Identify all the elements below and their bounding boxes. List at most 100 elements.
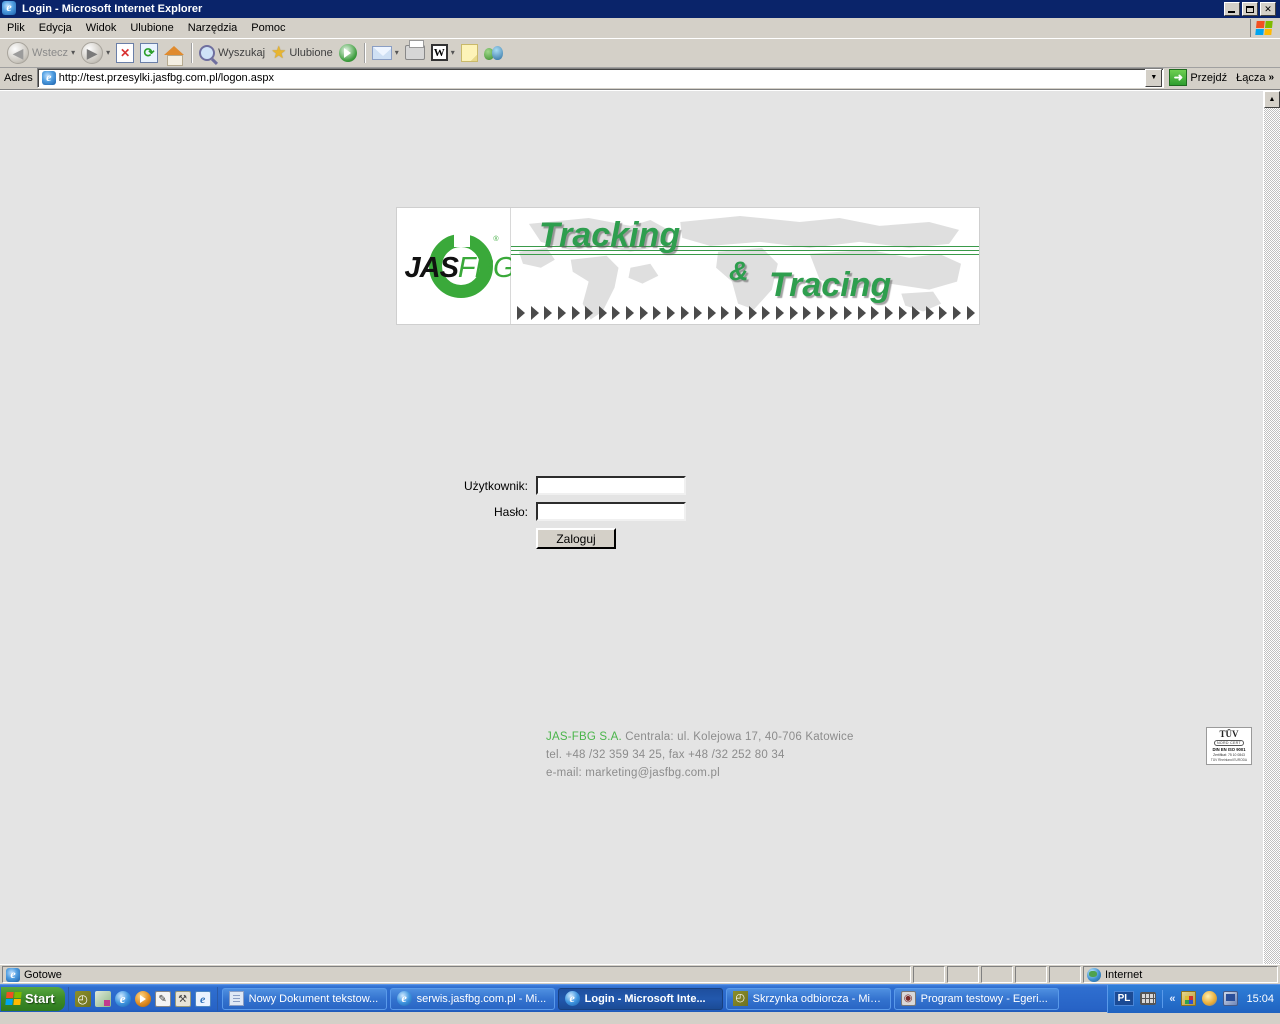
- mail-button[interactable]: ▾: [369, 40, 402, 66]
- keyboard-icon[interactable]: [1140, 992, 1157, 1005]
- notepad-icon[interactable]: [154, 990, 171, 1007]
- address-input-wrapper[interactable]: ▼: [36, 67, 1165, 88]
- banner-title-tracing: Tracing: [769, 266, 892, 304]
- favorites-label: Ulubione: [289, 46, 333, 59]
- task-button-notepad[interactable]: Nowy Dokument tekstow...: [221, 987, 387, 1010]
- media-button[interactable]: [336, 40, 360, 66]
- task-button-outlook[interactable]: Skrzynka odbiorcza - Mic...: [725, 987, 891, 1010]
- password-row: Hasło:: [396, 502, 980, 521]
- tuv-brand: TÜV: [1219, 729, 1239, 739]
- outlook-icon[interactable]: [74, 990, 91, 1007]
- menu-item-ulubione[interactable]: Ulubione: [123, 20, 180, 36]
- browser-icon[interactable]: [194, 990, 211, 1007]
- home-button[interactable]: [161, 40, 187, 66]
- footer-address: Centrala: ul. Kolejowa 17, 40-706 Katowi…: [621, 731, 854, 743]
- restore-button[interactable]: [1242, 2, 1258, 16]
- refresh-button[interactable]: ⟳: [137, 40, 161, 66]
- back-button[interactable]: ◀ Wstecz ▾: [4, 40, 78, 66]
- tuv-sub: NORD CERT: [1214, 740, 1244, 746]
- registered-mark: ®: [493, 236, 499, 243]
- security-zone-label: Internet: [1105, 968, 1143, 981]
- login-form: Użytkownik: Hasło: Zaloguj: [396, 476, 980, 556]
- edit-word-button[interactable]: W ▾: [428, 40, 458, 66]
- footer-phone: tel. +48 /32 359 34 25, fax +48 /32 252 …: [546, 748, 785, 761]
- status-ie-icon: [6, 967, 20, 982]
- back-chevron-down-icon[interactable]: ▾: [71, 48, 75, 57]
- links-button[interactable]: Łącza »: [1232, 71, 1278, 85]
- task-label: Skrzynka odbiorcza - Mic...: [752, 992, 884, 1005]
- task-label: serwis.jasfbg.com.pl - Mi...: [416, 992, 547, 1005]
- toolbar-divider: [191, 42, 193, 63]
- menu-item-pomoc[interactable]: Pomoc: [244, 20, 292, 36]
- menu-bar: Plik Edycja Widok Ulubione Narzędzia Pom…: [0, 18, 1280, 38]
- mail-icon: [371, 45, 392, 60]
- minimize-button[interactable]: [1224, 2, 1240, 16]
- start-label: Start: [25, 991, 55, 1006]
- media-player-icon[interactable]: [134, 990, 151, 1007]
- language-indicator[interactable]: PL: [1113, 991, 1135, 1006]
- windows-logo-icon: [5, 992, 22, 1005]
- search-button[interactable]: Wyszukaj: [196, 40, 268, 66]
- messenger-button[interactable]: [481, 40, 507, 66]
- window-title: Login - Microsoft Internet Explorer: [22, 3, 203, 15]
- browser-toolbar: ◀ Wstecz ▾ ▶ ▾ ⟳ Wyszukaj ★ Ulubione ▾ W…: [0, 38, 1280, 68]
- system-tray: PL « 15:04: [1106, 984, 1280, 1013]
- close-button[interactable]: ✕: [1260, 2, 1276, 16]
- windows-taskbar: Start Nowy Dokument tekstow... serwis.ja…: [0, 984, 1280, 1013]
- forward-arrow-icon: ▶: [81, 41, 104, 64]
- status-panel-4: [1015, 966, 1047, 983]
- task-button-serwis[interactable]: serwis.jasfbg.com.pl - Mi...: [389, 987, 555, 1010]
- task-button-login[interactable]: Login - Microsoft Inte...: [557, 987, 723, 1010]
- notes-button[interactable]: [458, 40, 481, 66]
- jasfbg-logo: ® JASFBG: [397, 208, 516, 324]
- status-message: Gotowe: [24, 968, 62, 981]
- tools-icon[interactable]: [174, 990, 191, 1007]
- network-icon[interactable]: [1202, 991, 1218, 1006]
- back-arrow-icon: ◀: [7, 41, 29, 64]
- task-button-list: Nowy Dokument tekstow... serwis.jasfbg.c…: [218, 987, 1107, 1010]
- links-label: Łącza: [1236, 71, 1266, 84]
- username-row: Użytkownik:: [396, 476, 980, 495]
- excel-icon[interactable]: [94, 990, 111, 1007]
- menu-item-edycja[interactable]: Edycja: [32, 20, 79, 36]
- taskbar-clock[interactable]: 15:04: [1244, 993, 1274, 1005]
- site-banner: ® JASFBG Tracking & Tracing: [396, 207, 980, 325]
- menu-item-narzedzia[interactable]: Narzędzia: [181, 20, 245, 36]
- clipboard-icon[interactable]: [1181, 991, 1197, 1006]
- task-button-program[interactable]: Program testowy - Egeri...: [893, 987, 1059, 1010]
- stop-button[interactable]: [113, 40, 137, 66]
- start-button[interactable]: Start: [1, 986, 65, 1011]
- address-input[interactable]: [58, 69, 1145, 86]
- forward-chevron-down-icon[interactable]: ▾: [106, 48, 110, 57]
- links-chevron-icon: »: [1268, 72, 1274, 83]
- address-dropdown-button[interactable]: ▼: [1145, 68, 1163, 87]
- login-submit-button[interactable]: Zaloguj: [536, 528, 616, 549]
- banner-title-ampersand: &: [729, 256, 749, 286]
- status-panel-1: [913, 966, 945, 983]
- internet-explorer-icon[interactable]: [114, 990, 131, 1007]
- task-label: Login - Microsoft Inte...: [584, 992, 706, 1005]
- vertical-scrollbar[interactable]: ▲: [1263, 91, 1280, 964]
- password-input[interactable]: [536, 502, 686, 521]
- forward-button[interactable]: ▶ ▾: [78, 40, 113, 66]
- tuv-number: Zertifikat: 75 10 0843: [1213, 753, 1245, 757]
- menu-item-plik[interactable]: Plik: [0, 20, 32, 36]
- display-icon[interactable]: [1223, 991, 1239, 1006]
- scroll-up-button[interactable]: ▲: [1264, 91, 1280, 108]
- go-button[interactable]: ➜ Przejdź: [1167, 68, 1232, 87]
- menu-item-widok[interactable]: Widok: [79, 20, 124, 36]
- mail-chevron-down-icon[interactable]: ▾: [395, 48, 399, 57]
- word-chevron-down-icon[interactable]: ▾: [451, 48, 455, 57]
- status-panel-5: [1049, 966, 1081, 983]
- status-message-panel: Gotowe: [2, 966, 911, 983]
- tray-expand-chevron-icon[interactable]: «: [1169, 993, 1175, 1005]
- page-footer: JAS-FBG S.A. Centrala: ul. Kolejowa 17, …: [546, 729, 854, 782]
- print-button[interactable]: [402, 40, 428, 66]
- username-input[interactable]: [536, 476, 686, 495]
- footer-line-1: JAS-FBG S.A. Centrala: ul. Kolejowa 17, …: [546, 729, 854, 747]
- banner-title-tracking: Tracking: [539, 216, 681, 254]
- scrollbar-track[interactable]: [1264, 108, 1280, 964]
- notepad-icon: [228, 991, 244, 1006]
- favorites-button[interactable]: ★ Ulubione: [268, 40, 336, 66]
- go-label: Przejdź: [1190, 71, 1228, 84]
